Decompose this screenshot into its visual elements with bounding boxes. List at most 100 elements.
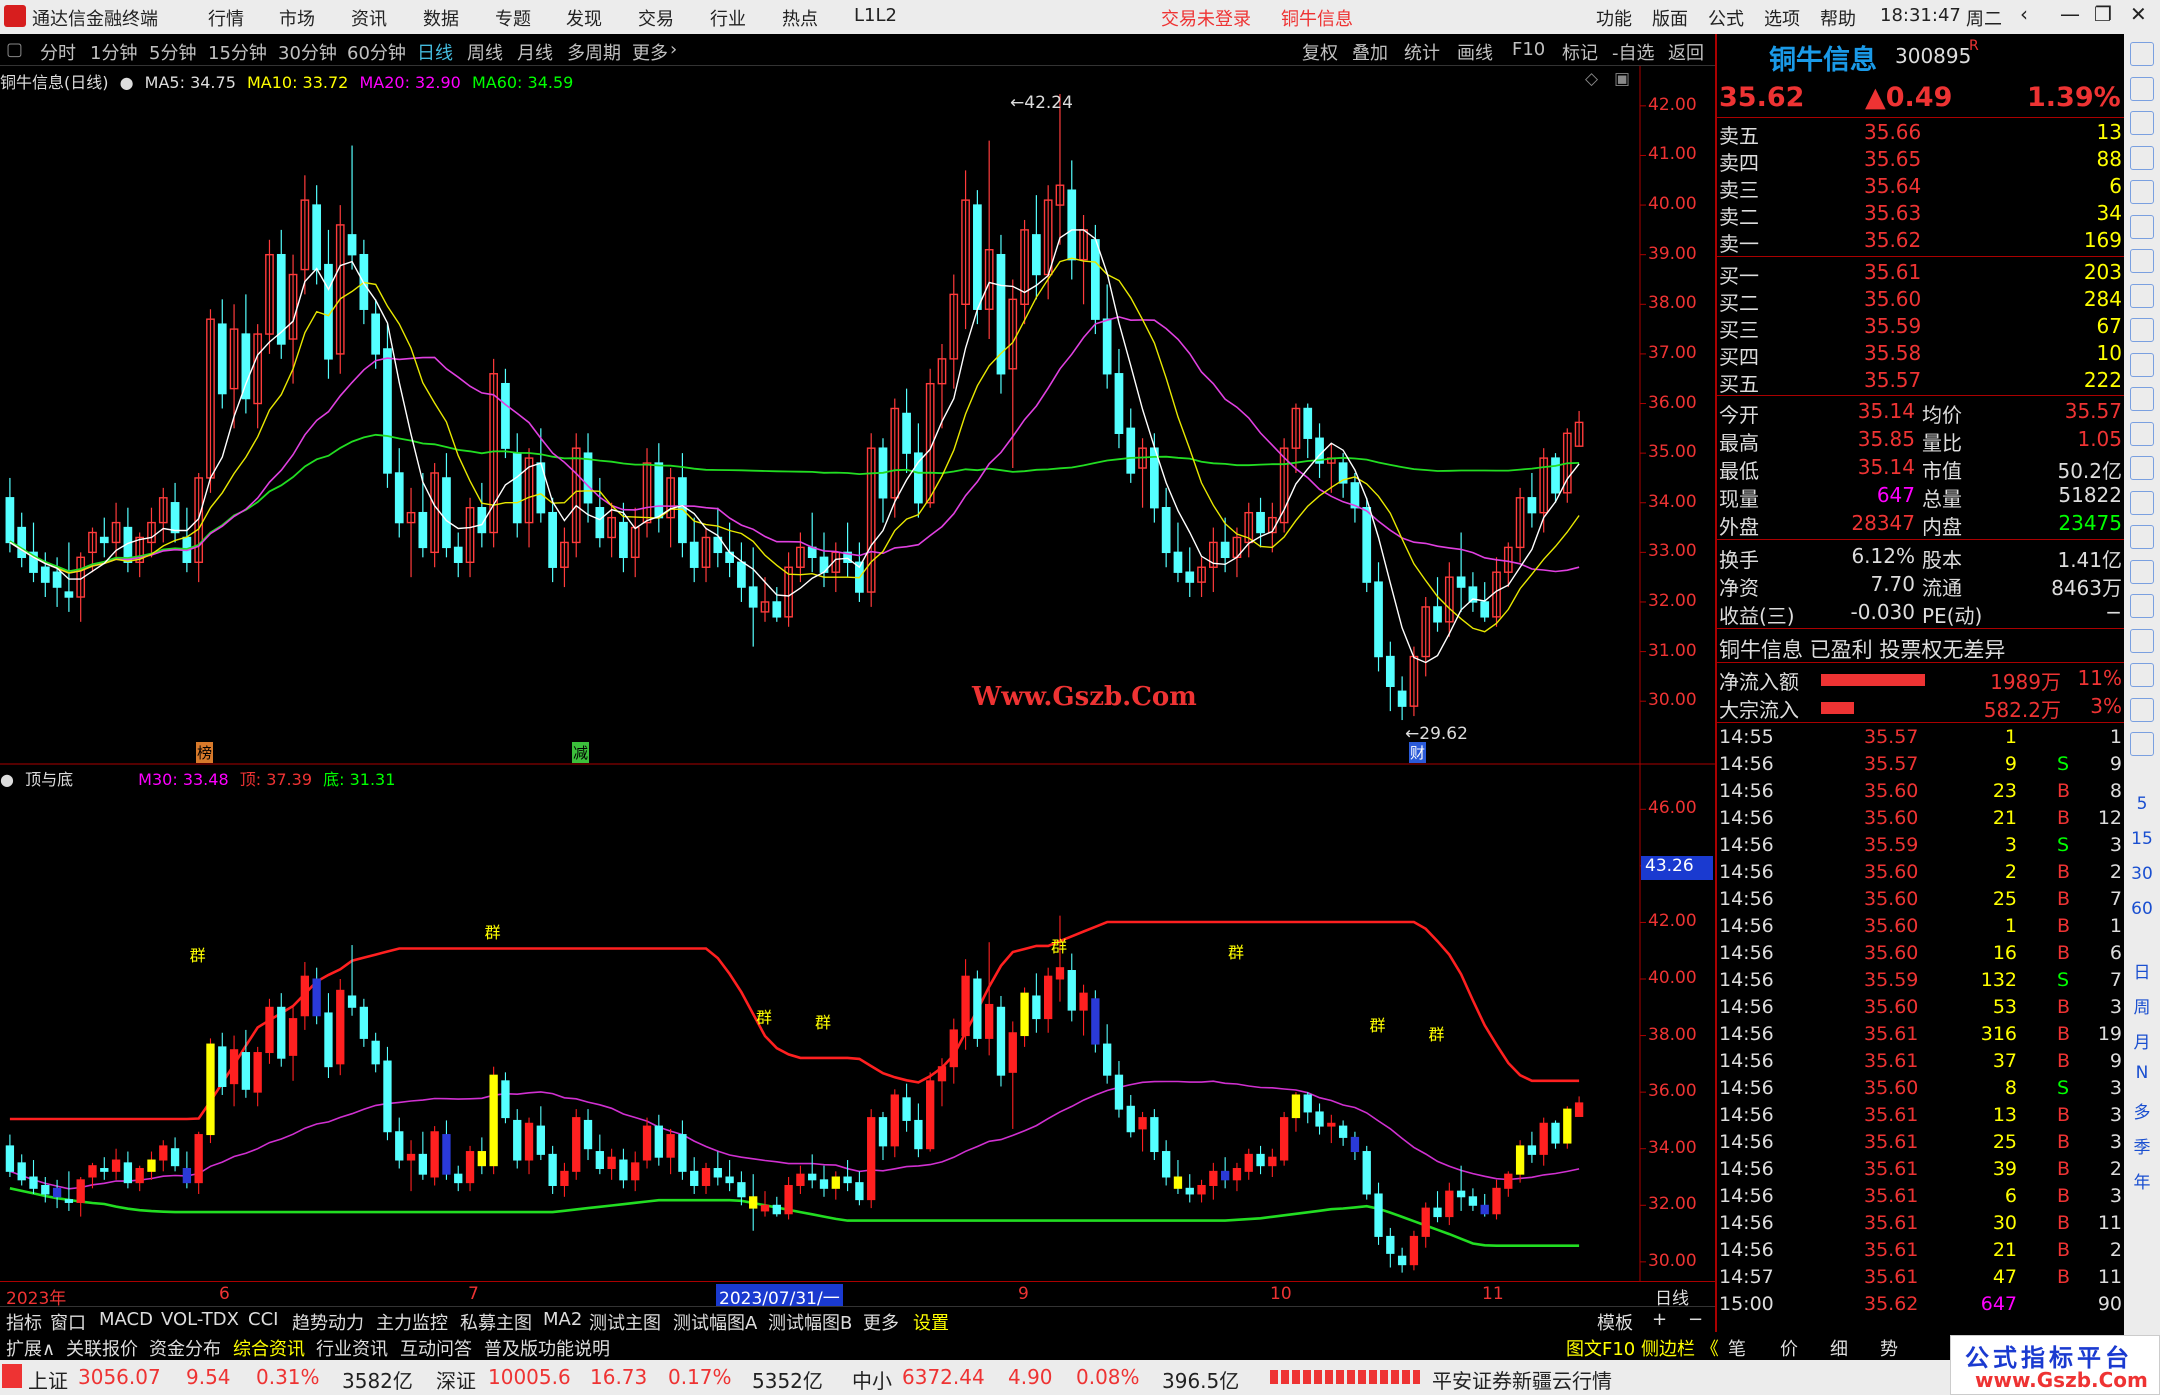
menu-item[interactable]: 选项 [1764, 5, 1800, 31]
tab[interactable]: 普及版功能说明 [484, 1335, 610, 1361]
table-icon[interactable] [2130, 283, 2154, 308]
macd-icon[interactable] [2130, 525, 2154, 549]
menu-item[interactable]: 资讯 [351, 5, 387, 31]
move-icon[interactable] [2130, 628, 2154, 653]
menu-item[interactable]: L1L2 [854, 5, 897, 26]
tool-button[interactable]: 叠加 [1352, 39, 1388, 65]
menu-item[interactable]: 行业 [710, 5, 746, 31]
period-shortcut[interactable]: 多 [2124, 1098, 2160, 1123]
marker-jian[interactable]: 减 [572, 742, 590, 763]
kline-icon[interactable] [2130, 249, 2154, 273]
menu-item[interactable]: 专题 [495, 5, 531, 31]
tool-button[interactable]: 标记 [1562, 39, 1598, 65]
tool-button[interactable]: 统计 [1404, 39, 1440, 65]
expand-icon[interactable]: ▣ [1614, 69, 1630, 89]
fs-icon[interactable] [2130, 421, 2154, 446]
period-shortcut[interactable]: 60 [2124, 899, 2160, 919]
target-icon[interactable] [2130, 456, 2154, 480]
menu-item[interactable]: 公式 [1708, 5, 1744, 31]
tab[interactable]: 资金分布 [149, 1335, 221, 1361]
menu-item[interactable]: 交易 [638, 5, 674, 31]
marker-cai[interactable]: 财 [1409, 742, 1427, 763]
menu-item[interactable]: 功能 [1596, 5, 1632, 31]
quote-tab[interactable]: 价 [1780, 1335, 1798, 1361]
indicator-name[interactable]: 顶与底 [25, 770, 73, 789]
kline-svg[interactable] [0, 66, 1715, 1281]
tab-active[interactable]: 综合资讯 [233, 1335, 305, 1361]
period-tab[interactable]: 分时 [40, 39, 76, 65]
menu-item[interactable]: 市场 [279, 5, 315, 31]
quote-tab[interactable]: 势 [1880, 1335, 1898, 1361]
f10-icon[interactable] [2130, 318, 2154, 342]
quote-tab[interactable]: 细 [1830, 1335, 1848, 1361]
period-shortcut[interactable]: 季 [2124, 1133, 2160, 1158]
tool-button[interactable]: -自选 [1612, 39, 1655, 65]
restore-icon[interactable]: ❐ [2094, 2, 2112, 26]
up-icon[interactable] [2130, 76, 2154, 101]
quote-tab[interactable]: 笔 [1728, 1335, 1746, 1361]
zx-label[interactable]: 中小 [852, 1365, 892, 1394]
tool-button[interactable]: 复权 [1302, 39, 1338, 65]
period-shortcut[interactable]: 月 [2124, 1028, 2160, 1053]
period-tab[interactable]: 周线 [467, 39, 503, 65]
toggle-icon[interactable]: ▢ [6, 39, 23, 60]
remove-button[interactable]: − [1688, 1309, 1703, 1330]
chart-icon[interactable] [2130, 214, 2154, 239]
tab[interactable]: MACD [99, 1309, 153, 1330]
period-shortcut[interactable]: 30 [2124, 864, 2160, 884]
tool-button[interactable]: 画线 [1457, 39, 1493, 65]
f5-icon[interactable] [2130, 697, 2154, 722]
sh-label[interactable]: 上证 [28, 1365, 68, 1394]
sidebar-toggle[interactable]: 图文F10 侧边栏 《 [1566, 1335, 1719, 1361]
tab[interactable]: 扩展∧ [6, 1335, 55, 1361]
period-tab[interactable]: 1分钟 [90, 39, 137, 65]
status-icon[interactable] [2, 1364, 22, 1388]
period-tab[interactable]: 15分钟 [208, 39, 267, 65]
menu-item[interactable]: 发现 [566, 5, 602, 31]
period-tab[interactable]: 5分钟 [149, 39, 196, 65]
period-shortcut[interactable]: 日 [2124, 958, 2160, 983]
tab[interactable]: MA2 [543, 1309, 582, 1330]
period-more[interactable]: 更多 [632, 39, 668, 65]
doc-icon[interactable] [2130, 387, 2154, 411]
period-tab[interactable]: 30分钟 [278, 39, 337, 65]
pen-icon[interactable] [2130, 663, 2154, 687]
menu-item[interactable]: 行情 [208, 5, 244, 31]
tab[interactable]: VOL-TDX [161, 1309, 239, 1330]
settings-icon[interactable]: ● [120, 73, 134, 92]
alert-icon[interactable] [2130, 594, 2154, 618]
tool-button[interactable]: 返回 [1668, 39, 1704, 65]
period-shortcut[interactable]: N [2124, 1063, 2160, 1083]
tab[interactable]: CCI [248, 1309, 278, 1330]
back-icon[interactable]: ‹ [2020, 2, 2028, 26]
menu-item[interactable]: 数据 [423, 5, 459, 31]
close-icon[interactable]: ✕ [2130, 2, 2147, 26]
period-tab[interactable]: 月线 [517, 39, 553, 65]
mail-icon[interactable] [2130, 490, 2154, 515]
sz-label[interactable]: 深证 [436, 1365, 476, 1394]
news-icon[interactable] [2130, 352, 2154, 377]
period-tab-active[interactable]: 日线 [417, 39, 453, 65]
chevron-right-icon[interactable]: › [670, 39, 677, 60]
menu-item[interactable]: 热点 [782, 5, 818, 31]
period-shortcut[interactable]: 5 [2124, 794, 2160, 814]
tab[interactable]: 互动问答 [400, 1335, 472, 1361]
tab[interactable]: 关联报价 [66, 1335, 138, 1361]
period-tab[interactable]: 多周期 [567, 39, 621, 65]
marker-bang[interactable]: 榜 [196, 742, 214, 763]
rsi-icon[interactable] [2130, 559, 2154, 584]
trade-status-link[interactable]: 交易未登录 [1161, 5, 1251, 31]
chart-area[interactable]: 铜牛信息(日线) ● MA5: 34.75 MA10: 33.72 MA20: … [0, 66, 1715, 1281]
add-button[interactable]: + [1652, 1309, 1667, 1330]
grid-icon[interactable] [2130, 180, 2154, 204]
minimize-icon[interactable]: — [2060, 2, 2080, 26]
period-shortcut[interactable]: 周 [2124, 993, 2160, 1018]
period-shortcut[interactable]: 年 [2124, 1168, 2160, 1193]
menu-item[interactable]: 帮助 [1820, 5, 1856, 31]
tool-button[interactable]: F10 [1512, 39, 1545, 60]
menu-item[interactable]: 版面 [1652, 5, 1688, 31]
period-tab[interactable]: 60分钟 [347, 39, 406, 65]
settings-icon[interactable]: ● [0, 770, 14, 789]
ok-icon[interactable] [2130, 732, 2154, 756]
period-shortcut[interactable]: 15 [2124, 829, 2160, 849]
